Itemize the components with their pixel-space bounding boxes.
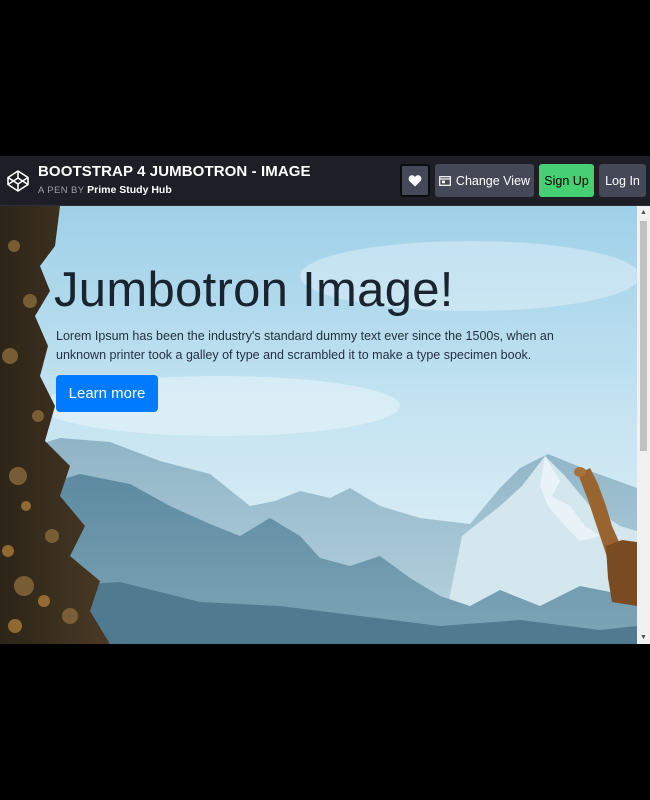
learn-more-button[interactable]: Learn more	[56, 375, 158, 412]
log-in-button[interactable]: Log In	[599, 164, 646, 197]
heart-button[interactable]	[400, 164, 430, 197]
heart-icon	[408, 175, 422, 187]
preview-scrollbar[interactable]: ▲ ▼	[637, 206, 650, 644]
codepen-window: BOOTSTRAP 4 JUMBOTRON - IMAGE A PEN BY P…	[0, 156, 650, 644]
scroll-up-arrow-icon[interactable]: ▲	[637, 206, 650, 219]
sign-up-button[interactable]: Sign Up	[539, 164, 594, 197]
codepen-logo-icon[interactable]	[6, 169, 30, 193]
pen-title: BOOTSTRAP 4 JUMBOTRON - IMAGE	[38, 163, 311, 180]
jumbotron-heading: Jumbotron Image!	[54, 263, 454, 317]
pen-header: BOOTSTRAP 4 JUMBOTRON - IMAGE A PEN BY P…	[0, 156, 650, 206]
pen-title-block: BOOTSTRAP 4 JUMBOTRON - IMAGE A PEN BY P…	[38, 163, 311, 197]
pen-preview: Jumbotron Image! Lorem Ipsum has been th…	[0, 206, 637, 644]
author-link[interactable]: Prime Study Hub	[87, 184, 172, 196]
layout-icon	[439, 175, 451, 186]
pen-byline: A PEN BY Prime Study Hub	[38, 184, 311, 197]
jumbotron-lead-text: Lorem Ipsum has been the industry's stan…	[56, 329, 554, 362]
scrollbar-thumb[interactable]	[640, 221, 647, 451]
change-view-button[interactable]: Change View	[435, 164, 534, 197]
scroll-down-arrow-icon[interactable]: ▼	[637, 631, 650, 644]
byline-prefix: A PEN BY	[38, 185, 85, 196]
change-view-label: Change View	[455, 173, 531, 188]
